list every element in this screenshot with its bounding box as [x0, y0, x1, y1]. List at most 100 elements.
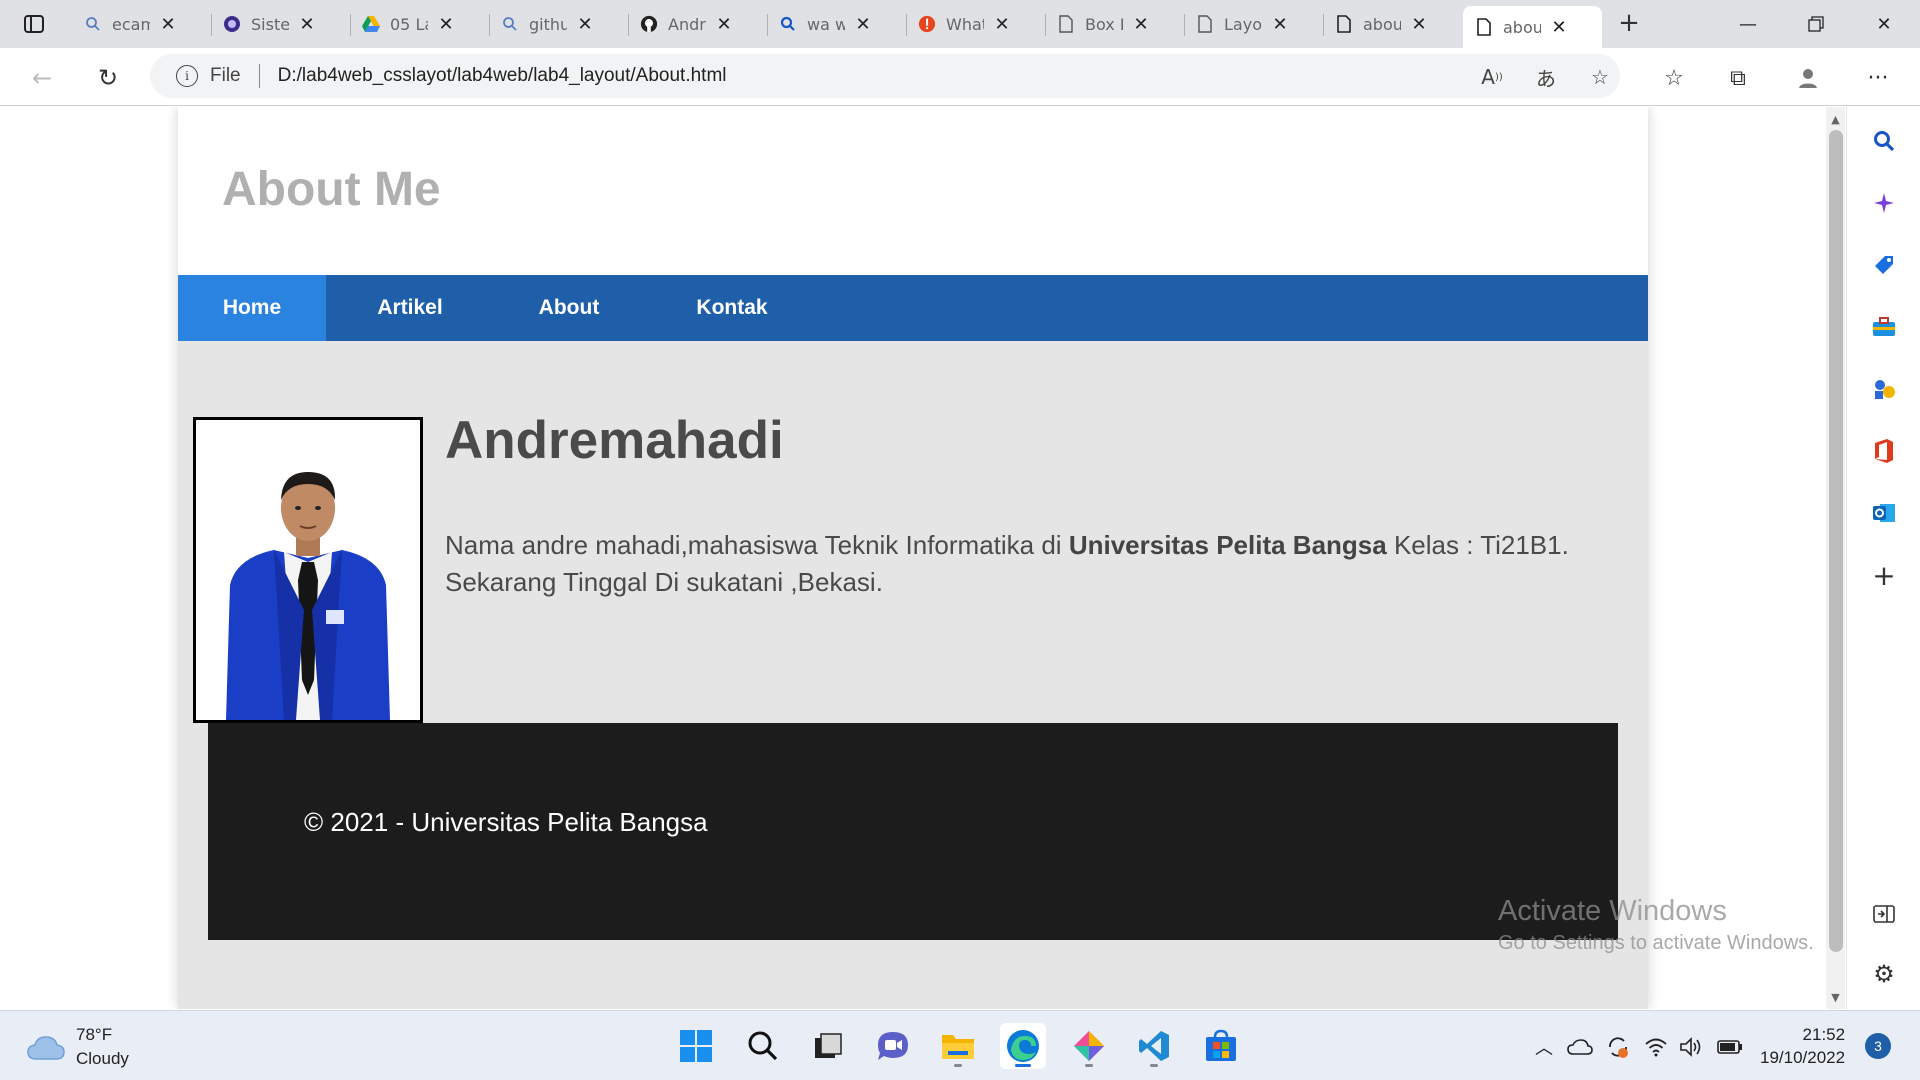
microsoft-store-button[interactable] — [1198, 1023, 1244, 1069]
windows-taskbar: 78°F Cloudy ︿ 21:52 19/10/2022 3 — [0, 1010, 1920, 1080]
weather-widget[interactable]: 78°F Cloudy — [26, 1023, 129, 1071]
games-icon[interactable] — [1865, 370, 1903, 408]
bio-paragraph: Nama andre mahadi,mahasiswa Teknik Infor… — [445, 527, 1595, 601]
close-icon[interactable]: ✕ — [1272, 14, 1288, 35]
scrollbar-thumb[interactable] — [1829, 130, 1843, 952]
tab-2[interactable]: Siste ✕ — [211, 6, 351, 42]
add-favorite-icon[interactable]: ☆ — [1586, 63, 1614, 91]
activate-subtitle: Go to Settings to activate Windows. — [1498, 932, 1814, 954]
tab-10[interactable]: abou ✕ — [1323, 6, 1462, 42]
close-icon[interactable]: ✕ — [160, 14, 176, 35]
nav-home[interactable]: Home — [178, 275, 326, 341]
hide-sidebar-icon[interactable] — [1865, 895, 1903, 933]
sync-alert-icon[interactable] — [1604, 1033, 1632, 1061]
tab-1[interactable]: ecam ✕ — [72, 6, 212, 42]
tab-actions-icon — [24, 15, 44, 33]
scroll-up-arrow[interactable]: ▲ — [1826, 110, 1845, 128]
close-icon[interactable]: ✕ — [577, 14, 593, 35]
tab-9[interactable]: Layo ✕ — [1184, 6, 1324, 42]
restore-button[interactable] — [1782, 0, 1850, 48]
tab-strip: ecam ✕ Siste ✕ 05 La ✕ githu ✕ Andr ✕ wa… — [0, 0, 1920, 48]
page-icon — [1335, 15, 1353, 33]
address-bar[interactable]: i File D:/lab4web_csslayot/lab4web/lab4_… — [150, 54, 1620, 98]
new-tab-button[interactable]: + — [1614, 8, 1644, 38]
collections-icon[interactable]: ⧉ — [1722, 62, 1754, 94]
git-app-button[interactable] — [1066, 1023, 1112, 1069]
tab-8[interactable]: Box E ✕ — [1045, 6, 1185, 42]
favorites-icon[interactable]: ☆ — [1658, 62, 1690, 94]
tab-7[interactable]: What ✕ — [906, 6, 1046, 42]
battery-icon[interactable] — [1716, 1033, 1744, 1061]
running-indicator — [1150, 1064, 1158, 1067]
tab-5[interactable]: Andr ✕ — [628, 6, 768, 42]
profile-name-heading: Andremahadi — [445, 411, 784, 470]
tab-6[interactable]: wa w ✕ — [767, 6, 907, 42]
outlook-icon[interactable] — [1865, 494, 1903, 532]
back-button[interactable]: ← — [24, 60, 60, 96]
git-diamond-icon — [1074, 1031, 1104, 1061]
translate-icon[interactable]: あ — [1532, 63, 1560, 91]
weather-desc: Cloudy — [76, 1049, 129, 1068]
alert-icon — [918, 15, 936, 33]
windows-logo-icon — [680, 1030, 712, 1062]
nav-about[interactable]: About — [494, 275, 644, 341]
scroll-down-arrow[interactable]: ▼ — [1826, 988, 1845, 1006]
tab-actions-button[interactable] — [10, 6, 58, 42]
tab-3[interactable]: 05 La ✕ — [350, 6, 490, 42]
taskbar-search-button[interactable] — [740, 1023, 786, 1069]
close-icon[interactable]: ✕ — [438, 14, 454, 35]
volume-icon[interactable] — [1677, 1033, 1705, 1061]
footer-copyright: © 2021 - Universitas Pelita Bangsa — [304, 807, 708, 837]
page-container: About Me Home Artikel About Kontak Andre… — [178, 107, 1648, 1009]
sidebar-settings-icon[interactable]: ⚙ — [1865, 955, 1903, 993]
bio-university: Universitas Pelita Bangsa — [1068, 530, 1387, 560]
add-sidebar-app-icon[interactable]: + — [1865, 556, 1903, 594]
close-window-button[interactable]: ✕ — [1850, 0, 1918, 48]
notification-badge[interactable]: 3 — [1865, 1033, 1891, 1059]
start-button[interactable] — [673, 1023, 719, 1069]
profile-icon[interactable] — [1792, 62, 1824, 94]
onedrive-cloud-icon[interactable] — [1566, 1033, 1594, 1061]
web-viewport: About Me Home Artikel About Kontak Andre… — [0, 107, 1845, 1009]
close-icon[interactable]: ✕ — [716, 14, 732, 35]
wifi-icon[interactable] — [1642, 1033, 1670, 1061]
minimize-button[interactable]: — — [1714, 0, 1782, 48]
profile-photo-illustration — [226, 472, 390, 720]
refresh-button[interactable]: ↻ — [90, 60, 126, 96]
read-aloud-icon[interactable]: A)) — [1478, 63, 1506, 91]
restore-icon — [1808, 16, 1824, 32]
close-icon[interactable]: ✕ — [1411, 14, 1427, 35]
tools-briefcase-icon[interactable] — [1865, 308, 1903, 346]
more-menu-icon[interactable]: ··· — [1862, 62, 1894, 94]
folder-icon — [942, 1035, 974, 1059]
discover-sparkle-icon[interactable] — [1865, 184, 1903, 222]
tab-active[interactable]: abou ✕ — [1463, 6, 1602, 48]
weather-temp: 78°F — [76, 1025, 113, 1044]
nav-kontak[interactable]: Kontak — [644, 275, 820, 341]
info-icon[interactable]: i — [176, 65, 198, 87]
show-hidden-icons-chevron-icon[interactable]: ︿ — [1530, 1033, 1558, 1061]
edge-browser-button[interactable] — [1000, 1023, 1046, 1069]
taskbar-clock[interactable]: 21:52 19/10/2022 — [1760, 1023, 1845, 1069]
shopping-tag-icon[interactable] — [1865, 246, 1903, 284]
url-text[interactable]: D:/lab4web_csslayot/lab4web/lab4_layout/… — [278, 65, 727, 87]
tab-4[interactable]: githu ✕ — [489, 6, 629, 42]
task-view-button[interactable] — [805, 1023, 851, 1069]
task-view-icon — [815, 1033, 842, 1058]
search-icon — [501, 15, 519, 33]
close-icon[interactable]: ✕ — [994, 14, 1010, 35]
search-icon — [779, 15, 797, 33]
close-icon[interactable]: ✕ — [855, 14, 871, 35]
search-icon[interactable] — [1865, 122, 1903, 160]
nav-artikel[interactable]: Artikel — [326, 275, 494, 341]
vscode-button[interactable] — [1131, 1023, 1177, 1069]
close-icon[interactable]: ✕ — [1133, 14, 1149, 35]
close-icon[interactable]: ✕ — [1551, 17, 1567, 38]
file-explorer-button[interactable] — [935, 1023, 981, 1069]
teams-chat-button[interactable] — [870, 1023, 916, 1069]
close-icon[interactable]: ✕ — [299, 14, 315, 35]
edge-icon — [1007, 1030, 1039, 1062]
office-icon[interactable] — [1865, 432, 1903, 470]
clock-time: 21:52 — [1802, 1025, 1846, 1044]
page-icon — [1196, 15, 1214, 33]
